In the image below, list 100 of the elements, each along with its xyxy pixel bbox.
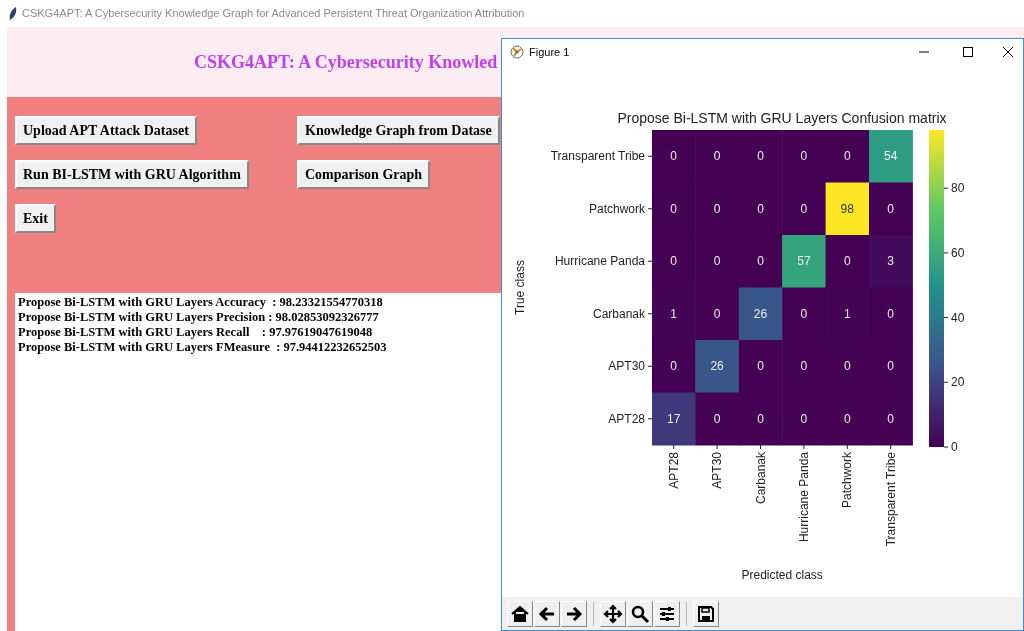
heatmap-cell [825, 235, 870, 289]
result-line: Propose Bi-LSTM with GRU Layers Accuracy : 98.23321554770318 [18, 295, 383, 310]
heatmap-cell [652, 392, 696, 446]
cell-value: 0 [757, 254, 764, 269]
move-icon [603, 603, 623, 624]
home-button[interactable] [507, 600, 533, 627]
cell-value: 0 [713, 201, 721, 216]
heatmap-cell [695, 287, 740, 341]
save-icon [696, 603, 716, 624]
column-label: Patchwork [840, 452, 855, 509]
app-title: CSKG4APT: A Cybersecurity Knowled [194, 50, 498, 74]
cell-value: 0 [713, 254, 721, 269]
left-arrow-button[interactable] [534, 600, 560, 627]
action-button[interactable]: Upload APT Attack Dataset [15, 116, 197, 145]
cell-value: 0 [757, 201, 764, 216]
result-line: Propose Bi-LSTM with GRU Layers Recall : 97.97619047619048 [18, 325, 373, 340]
heatmap-cell [695, 340, 740, 394]
y-axis-label: True class [513, 260, 527, 316]
cell-value: 0 [670, 359, 678, 374]
close-icon[interactable] [1003, 47, 1013, 58]
heatmap-cell [652, 130, 696, 184]
result-line: Propose Bi-LSTM with GRU Layers FMeasure : 97.94412232652503 [18, 340, 387, 355]
cell-value: 0 [800, 306, 808, 321]
cell-value: 54 [884, 149, 898, 164]
cell-value: 0 [887, 201, 895, 216]
cell-value: 0 [800, 201, 808, 216]
column-label: Transparent Tribe [883, 452, 898, 547]
cell-value: 0 [843, 254, 851, 269]
cell-value: 0 [843, 359, 851, 374]
right-arrow-button[interactable] [561, 600, 587, 627]
action-button[interactable]: Run BI-LSTM with GRU Algorithm [15, 160, 249, 189]
row-label: Carbanak [592, 306, 645, 321]
figure-app-icon [510, 45, 524, 60]
colorbar-tick-label: 40 [951, 310, 965, 325]
heatmap-cell [738, 340, 783, 394]
cell-value: 0 [800, 411, 808, 426]
row-label: Hurricane Panda [554, 254, 645, 269]
window-title: CSKG4APT: A Cybersecurity Knowledge Graph for Advanced Persistent Threat Organization Attribution [22, 6, 525, 22]
cell-value: 98 [840, 201, 854, 216]
zoom-button[interactable] [627, 600, 653, 627]
cell-value: 0 [800, 149, 808, 164]
row-label: Transparent Tribe [550, 149, 645, 164]
result-line: Propose Bi-LSTM with GRU Layers Precision : 98.02853092326777 [18, 310, 379, 325]
save-button[interactable] [693, 600, 719, 627]
heatmap-cell [738, 287, 783, 341]
cell-value: 0 [670, 201, 678, 216]
cell-value: 0 [800, 359, 808, 374]
row-label: APT28 [608, 411, 645, 426]
cell-value: 0 [843, 411, 851, 426]
cell-value: 3 [887, 254, 895, 269]
x-axis-label: Predicted class [741, 568, 823, 583]
cell-value: 26 [753, 306, 768, 321]
heatmap-cell [782, 182, 827, 236]
heatmap-cell [825, 182, 870, 236]
zoom-icon [630, 603, 650, 624]
colorbar-tick-label: 60 [951, 246, 965, 261]
colorbar-tick-label: 20 [951, 375, 965, 390]
heatmap-cell [825, 130, 870, 184]
column-label: Hurricane Panda [796, 452, 811, 543]
cell-value: 0 [757, 149, 764, 164]
cell-value: 0 [843, 149, 851, 164]
row-label: APT30 [608, 359, 645, 374]
heatmap-cell [869, 182, 913, 236]
cell-value: 0 [887, 411, 895, 426]
cell-value: 1 [843, 306, 851, 321]
feather-icon [8, 6, 18, 21]
maximize-icon[interactable] [963, 47, 973, 58]
cell-value: 1 [670, 306, 678, 321]
column-label: APT30 [710, 452, 725, 489]
cell-value: 17 [667, 411, 681, 426]
cell-value: 0 [887, 359, 895, 374]
sliders-button[interactable] [654, 600, 680, 627]
cell-value: 0 [713, 149, 721, 164]
colorbar-tick-label: 80 [951, 181, 965, 196]
cell-value: 26 [710, 359, 724, 374]
cell-value: 0 [757, 411, 764, 426]
cell-value: 0 [670, 149, 678, 164]
chart-title: Propose Bi-LSTM with GRU Layers Confusion matrix [617, 110, 947, 127]
action-button[interactable]: Comparison Graph [297, 160, 431, 189]
colorbar-tick-label: 0 [951, 440, 958, 455]
cell-value: 57 [797, 254, 811, 269]
column-label: Carbanak [753, 452, 768, 505]
action-button[interactable]: Knowledge Graph from Datase [297, 116, 500, 145]
heatmap-cell [869, 235, 913, 289]
figure-title: Figure 1 [529, 44, 570, 60]
move-button[interactable] [600, 600, 626, 627]
minimize-icon[interactable] [919, 51, 929, 54]
row-label: Patchwork [588, 201, 645, 216]
heatmap-cell [869, 130, 913, 184]
cell-value: 0 [757, 359, 764, 374]
action-button[interactable]: Exit [15, 204, 56, 233]
home-icon [510, 603, 530, 624]
column-label: APT28 [666, 452, 681, 489]
heatmap-cell [695, 392, 740, 446]
heatmap-cell [782, 235, 827, 289]
cell-value: 0 [713, 306, 721, 321]
cell-value: 0 [713, 411, 721, 426]
heatmap-cell [652, 340, 696, 394]
cell-value: 0 [887, 306, 895, 321]
cell-value: 0 [670, 254, 678, 269]
